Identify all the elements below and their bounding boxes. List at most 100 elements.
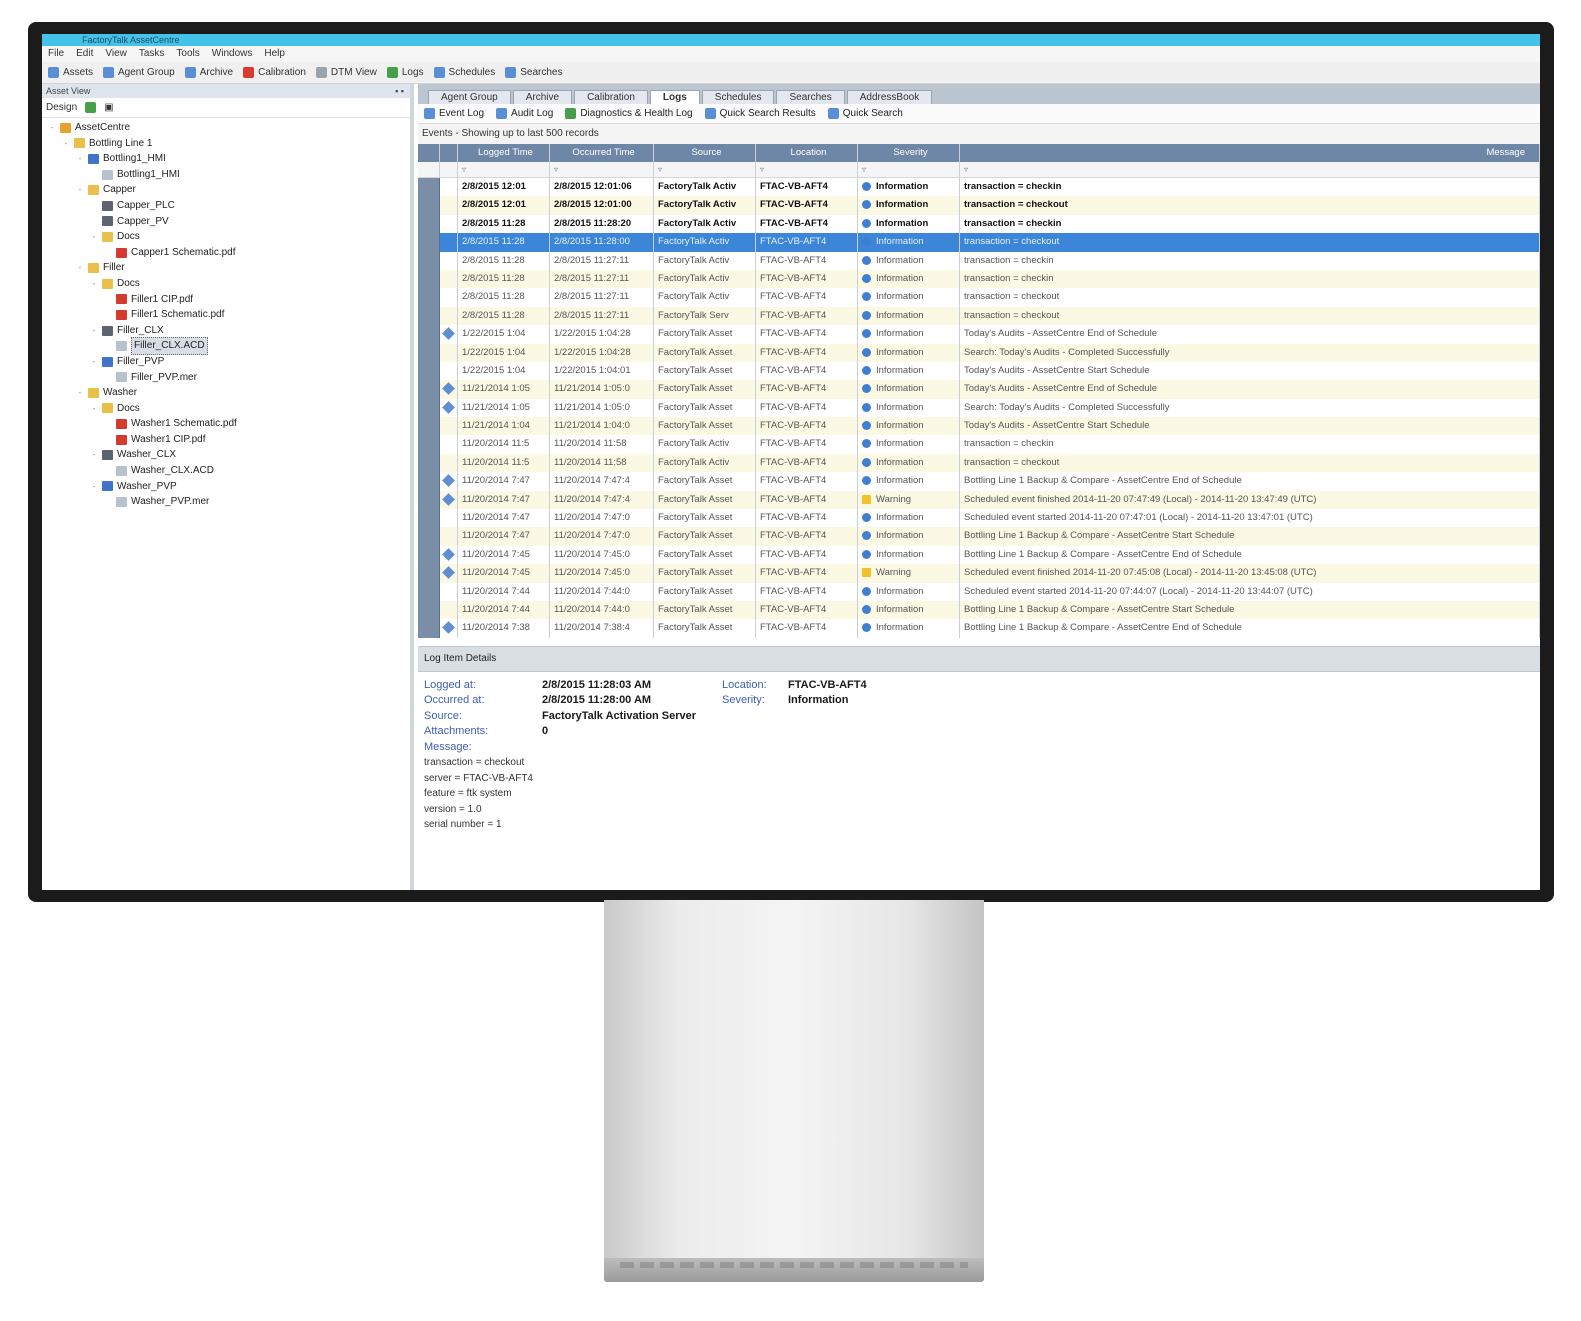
menu-item-2[interactable]: View [105, 46, 127, 62]
table-row[interactable]: 11/20/2014 11:5 11/20/2014 11:58 FactoryTa… [418, 435, 1540, 454]
toolbar-button-5[interactable]: Logs [386, 67, 424, 78]
row-selector[interactable] [418, 380, 440, 399]
row-selector[interactable] [418, 564, 440, 583]
log-tool-button-3[interactable]: Quick Search Results [704, 108, 816, 119]
table-row[interactable]: 1/22/2015 1:04 1/22/2015 1:04:01 FactoryTa… [418, 361, 1540, 381]
table-row[interactable]: 2/8/2015 12:01 2/8/2015 12:01:00 FactoryTa… [418, 196, 1540, 215]
row-selector[interactable] [418, 527, 440, 546]
toolbar-button-6[interactable]: Schedules [433, 67, 495, 78]
filter-icon[interactable]: ▿ [756, 162, 858, 177]
expand-icon[interactable]: - [90, 479, 98, 495]
tree-item[interactable]: Washer_PVP.mer [42, 494, 410, 510]
toolbar-button-7[interactable]: Searches [505, 67, 562, 78]
table-row[interactable]: 2/8/2015 11:28 2/8/2015 11:27:11 FactoryTa… [418, 306, 1540, 326]
row-selector[interactable] [418, 582, 440, 601]
tab-archive[interactable]: Archive [512, 90, 573, 104]
table-row[interactable]: 11/21/2014 1:04 11/21/2014 1:04:0 FactoryT… [418, 417, 1540, 436]
tree-item[interactable]: Capper1 Schematic.pdf [42, 245, 410, 261]
table-row[interactable]: 2/8/2015 11:28 2/8/2015 11:28:00 FactoryTa… [418, 233, 1540, 252]
tree-item[interactable]: - Filler_CLX [42, 323, 410, 339]
expand-icon[interactable]: - [90, 229, 98, 245]
menu-item-1[interactable]: Edit [76, 46, 93, 62]
table-row[interactable]: 2/8/2015 11:28 2/8/2015 11:27:11 FactoryTa… [418, 288, 1540, 307]
table-row[interactable]: 1/22/2015 1:04 1/22/2015 1:04:28 FactoryTa… [418, 343, 1540, 362]
row-selector[interactable] [418, 214, 440, 234]
tree-item[interactable]: - Washer [42, 385, 410, 401]
tree-item[interactable]: Filler_PVP.mer [42, 370, 410, 386]
table-row[interactable]: 2/8/2015 11:28 2/8/2015 11:28:20 FactoryTa… [418, 214, 1540, 234]
menu-item-3[interactable]: Tasks [139, 46, 165, 62]
tab-schedules[interactable]: Schedules [701, 90, 775, 104]
tab-agent-group[interactable]: Agent Group [428, 90, 511, 104]
log-tool-button-0[interactable]: Event Log [424, 108, 484, 119]
log-tool-button-4[interactable]: Quick Search [827, 108, 903, 119]
tab-searches[interactable]: Searches [776, 90, 845, 104]
tree-item[interactable]: Filler1 CIP.pdf [42, 292, 410, 308]
row-selector[interactable] [418, 509, 440, 528]
table-row[interactable]: 11/21/2014 1:05 11/21/2014 1:05:0 FactoryT… [418, 398, 1540, 418]
row-selector[interactable] [418, 619, 440, 638]
column-header[interactable]: Logged Time [458, 144, 550, 162]
filter-icon[interactable]: ▿ [654, 162, 756, 177]
table-row[interactable]: 11/20/2014 7:47 11/20/2014 7:47:0 FactoryT… [418, 509, 1540, 528]
tree-item[interactable]: - Filler_PVP [42, 354, 410, 370]
row-selector[interactable] [418, 545, 440, 565]
tree-item[interactable]: Washer1 CIP.pdf [42, 432, 410, 448]
column-header[interactable]: Source [654, 144, 756, 162]
log-tool-button-1[interactable]: Audit Log [496, 108, 553, 119]
table-row[interactable]: 11/20/2014 7:45 11/20/2014 7:45:0 FactoryT… [418, 564, 1540, 583]
tree-item[interactable]: - AssetCentre [42, 120, 410, 136]
expand-icon[interactable]: - [62, 136, 70, 152]
table-row[interactable]: 11/20/2014 7:47 11/20/2014 7:47:4 FactoryT… [418, 490, 1540, 510]
row-selector[interactable] [418, 306, 440, 326]
tree-item[interactable]: - Bottling1_HMI [42, 151, 410, 167]
tree-item[interactable]: - Capper [42, 182, 410, 198]
table-row[interactable]: 11/20/2014 7:44 11/20/2014 7:44:0 FactoryT… [418, 600, 1540, 620]
table-row[interactable]: 11/20/2014 7:47 11/20/2014 7:47:0 FactoryT… [418, 527, 1540, 546]
tab-addressbook[interactable]: AddressBook [846, 90, 933, 104]
row-selector[interactable] [418, 600, 440, 620]
pin-close-icons[interactable]: ▪ ▪ [395, 84, 404, 98]
edit-icon[interactable] [85, 102, 97, 113]
table-row[interactable]: 11/20/2014 7:45 11/20/2014 7:45:0 FactoryT… [418, 545, 1540, 565]
row-selector[interactable] [418, 490, 440, 510]
table-row[interactable]: 2/8/2015 11:28 2/8/2015 11:27:11 FactoryTa… [418, 269, 1540, 289]
row-selector[interactable] [418, 472, 440, 491]
row-selector[interactable] [418, 178, 440, 197]
row-selector[interactable] [418, 251, 440, 270]
find-icon[interactable]: ▣ [104, 102, 113, 113]
menu-item-6[interactable]: Help [264, 46, 285, 62]
row-selector[interactable] [418, 417, 440, 436]
column-header[interactable]: Occurred Time [550, 144, 654, 162]
tree-item[interactable]: Bottling1_HMI [42, 167, 410, 183]
table-row[interactable]: 1/22/2015 1:04 1/22/2015 1:04:28 FactoryTa… [418, 325, 1540, 344]
expand-icon[interactable]: - [90, 354, 98, 370]
row-selector[interactable] [418, 453, 440, 473]
menu-item-5[interactable]: Windows [212, 46, 253, 62]
tree-item[interactable]: - Docs [42, 401, 410, 417]
row-selector[interactable] [418, 233, 440, 252]
table-row[interactable]: 11/20/2014 7:44 11/20/2014 7:44:0 FactoryT… [418, 582, 1540, 601]
tree-item[interactable]: - Docs [42, 229, 410, 245]
filter-icon[interactable]: ▿ [960, 162, 1540, 177]
tab-calibration[interactable]: Calibration [574, 90, 648, 104]
select-all-cell[interactable] [418, 144, 440, 162]
tab-logs[interactable]: Logs [649, 90, 700, 104]
toolbar-button-4[interactable]: DTM View [315, 67, 377, 78]
menu-item-4[interactable]: Tools [176, 46, 199, 62]
column-header[interactable]: Severity [858, 144, 960, 162]
toolbar-button-3[interactable]: Calibration [243, 67, 306, 78]
tree-item[interactable]: Capper_PLC [42, 198, 410, 214]
design-button[interactable]: Design [46, 102, 77, 113]
expand-icon[interactable]: - [48, 120, 56, 136]
row-selector[interactable] [418, 325, 440, 344]
toolbar-button-0[interactable]: Assets [48, 67, 93, 78]
row-selector[interactable] [418, 343, 440, 362]
tree-item[interactable]: Washer1 Schematic.pdf [42, 416, 410, 432]
table-row[interactable]: 11/20/2014 11:5 11/20/2014 11:58 FactoryTa… [418, 453, 1540, 473]
log-tool-button-2[interactable]: Diagnostics & Health Log [565, 108, 693, 119]
expand-icon[interactable]: - [90, 323, 98, 339]
table-row[interactable]: 11/20/2014 7:38 11/20/2014 7:38:4 FactoryT… [418, 619, 1540, 638]
table-row[interactable]: 11/20/2014 7:47 11/20/2014 7:47:4 FactoryT… [418, 472, 1540, 491]
row-selector[interactable] [418, 398, 440, 418]
